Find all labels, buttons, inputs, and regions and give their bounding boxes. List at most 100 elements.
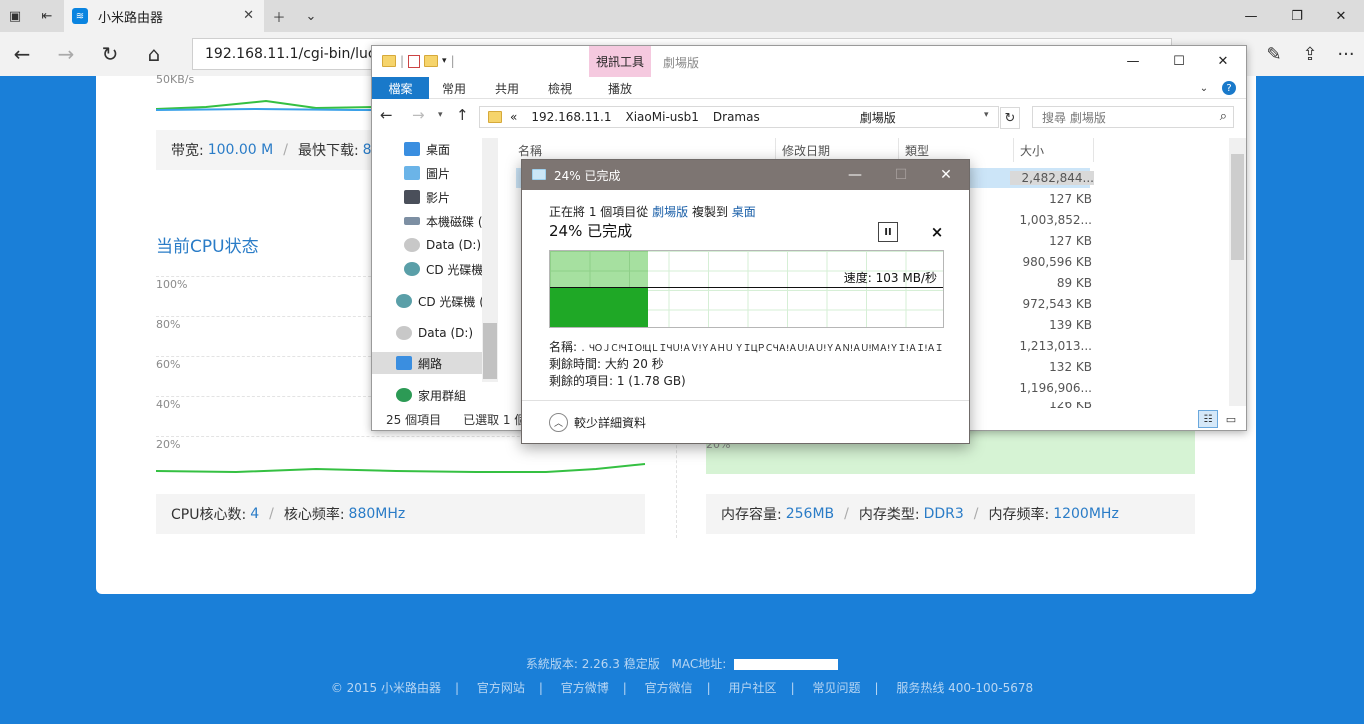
copy-source-link[interactable]: 劇場版 — [652, 205, 688, 219]
explorer-minimize-icon[interactable]: — — [1110, 46, 1156, 76]
ribbon-tab-file[interactable]: 檔案 — [372, 77, 429, 99]
nav-item-data-d-2[interactable]: Data (D:) — [396, 322, 473, 344]
share-icon[interactable]: ⇪ — [1292, 32, 1328, 76]
copy-desc-middle: 複製到 — [691, 205, 728, 219]
help-icon[interactable]: ? — [1218, 77, 1240, 99]
search-icon[interactable]: ⌕ — [1220, 109, 1227, 124]
cpu-axis-100: 100% — [156, 278, 188, 291]
back-icon[interactable]: ← — [0, 32, 44, 76]
size-cell: 127 KB — [1049, 192, 1092, 206]
fewer-details-button[interactable]: ︿ 較少詳細資料 — [549, 413, 646, 432]
homegroup-icon — [396, 388, 412, 402]
dialog-minimize-icon[interactable]: — — [832, 160, 878, 190]
ribbon-tab-view[interactable]: 檢視 — [540, 77, 580, 99]
nav-item-network[interactable]: 網路 — [372, 352, 482, 374]
address-dropdown-chevron-icon[interactable]: ▾ — [984, 110, 989, 120]
nav-item-videos[interactable]: 影片 — [404, 186, 450, 208]
mem-freq-value: 1200MHz — [1053, 506, 1119, 522]
ribbon-tab-home[interactable]: 常用 — [434, 77, 474, 99]
breadcrumb-current[interactable]: 劇場版 — [860, 109, 896, 126]
explorer-close-icon[interactable]: ✕ — [1200, 46, 1246, 76]
set-aside-tabs-icon[interactable]: ⇤ — [32, 0, 62, 32]
breadcrumb-host[interactable]: 192.168.11.1 — [531, 110, 611, 124]
nav-item-pictures[interactable]: 圖片 — [404, 162, 450, 184]
large-icons-view-icon[interactable]: ▭ — [1222, 410, 1240, 428]
tab-router[interactable]: ≋ 小米路由器 ✕ — [64, 0, 264, 32]
footer-links: © 2015 小米路由器 | 官方网站 | 官方微博 | 官方微信 | 用户社区 | 常见… — [330, 681, 1034, 695]
breadcrumb-overflow[interactable]: « — [510, 110, 517, 124]
nav-item-desktop[interactable]: 桌面 — [404, 138, 450, 160]
up-level-icon[interactable]: ↑ — [456, 106, 469, 124]
copy-description: 正在將 1 個項目從 劇場版 複製到 桌面 — [549, 203, 756, 220]
wifi-favicon-icon: ≋ — [72, 8, 88, 24]
browser-tab-bar: ▣ ⇤ ≋ 小米路由器 ✕ ＋ ⌄ — ❐ ✕ — [0, 0, 1364, 32]
file-list-scroll-thumb[interactable] — [1231, 154, 1244, 260]
cancel-button[interactable]: × — [927, 222, 947, 242]
ribbon-tab-play[interactable]: 播放 — [594, 77, 646, 99]
breadcrumb-dramas[interactable]: Dramas — [713, 110, 760, 124]
max-download-label: 最快下载: — [297, 143, 359, 159]
cpu-axis-80: 80% — [156, 318, 181, 331]
nav-pane-scroll-thumb[interactable] — [483, 323, 497, 379]
size-cell: 972,543 KB — [1022, 297, 1092, 311]
address-refresh-icon[interactable]: ↻ — [1000, 107, 1020, 129]
cpu-axis-20: 20% — [156, 438, 181, 451]
new-folder-icon[interactable] — [424, 55, 439, 67]
customize-chevron-icon[interactable]: ▾ — [442, 56, 447, 66]
column-header-size[interactable]: 大小 — [1014, 138, 1094, 162]
nav-item-local-disk[interactable]: 本機磁碟 ( — [404, 210, 483, 232]
size-cell: 139 KB — [1049, 318, 1092, 332]
more-icon[interactable]: ··· — [1328, 32, 1364, 76]
home-icon[interactable]: ⌂ — [132, 32, 176, 76]
close-tab-icon[interactable]: ✕ — [243, 8, 254, 23]
explorer-breadcrumb[interactable]: « 192.168.11.1 XiaoMi-usb1 Dramas 劇場版 — [479, 106, 999, 128]
footer-link-site[interactable]: 官方网站 — [477, 681, 525, 695]
minimize-icon[interactable]: — — [1228, 0, 1274, 32]
ribbon-tab-share[interactable]: 共用 — [487, 77, 527, 99]
refresh-icon[interactable]: ↻ — [88, 32, 132, 76]
cpu-axis-40: 40% — [156, 398, 181, 411]
explorer-search-input[interactable]: 搜尋 劇場版 ⌕ — [1032, 106, 1234, 128]
properties-icon[interactable] — [408, 54, 421, 68]
pen-icon[interactable]: ✎ — [1256, 32, 1292, 76]
footer-version-line: 系統版本: 2.26.3 稳定版 MAC地址: — [0, 655, 1364, 672]
new-tab-icon[interactable]: ＋ — [264, 0, 294, 32]
forward-icon[interactable]: → — [44, 32, 88, 76]
footer-link-wechat[interactable]: 官方微信 — [645, 681, 693, 695]
dialog-titlebar: 24% 已完成 — ☐ ✕ — [522, 160, 969, 190]
net-speed-label: 50KB/s — [156, 73, 195, 86]
cpu-info-bar: CPU核心数: 4 / 核心频率: 880MHz — [156, 494, 645, 534]
nav-item-homegroup[interactable]: 家用群組 — [396, 384, 466, 406]
footer-hotline: 服务热线 400-100-5678 — [896, 681, 1034, 695]
copyright: © 2015 小米路由器 — [330, 681, 441, 695]
tab-list-chevron-icon[interactable]: ⌄ — [296, 0, 326, 32]
footer-link-faq[interactable]: 常见问题 — [812, 681, 860, 695]
cpu-cores-value: 4 — [250, 506, 260, 522]
size-cell: 132 KB — [1049, 360, 1092, 374]
progress-fill — [550, 251, 649, 287]
footer-link-community[interactable]: 用户社区 — [729, 681, 777, 695]
recent-locations-chevron-icon[interactable]: ▾ — [438, 110, 443, 120]
size-cell: 2,482,844... — [1010, 171, 1094, 185]
size-cell: 1,003,852... — [1019, 213, 1092, 227]
breadcrumb-usb[interactable]: XiaoMi-usb1 — [626, 110, 699, 124]
copy-progress-dialog: 24% 已完成 — ☐ ✕ 正在將 1 個項目從 劇場版 複製到 桌面 24% … — [521, 159, 970, 444]
video-tools-context-tab[interactable]: 視訊工具 — [589, 46, 651, 77]
cpu-section-title: 当前CPU状态 — [156, 237, 259, 257]
explorer-back-icon[interactable]: ← — [380, 106, 393, 124]
ribbon-expand-chevron-icon[interactable]: ⌄ — [1194, 77, 1214, 99]
dialog-close-icon[interactable]: ✕ — [923, 160, 969, 190]
copy-destination-link[interactable]: 桌面 — [732, 205, 756, 219]
explorer-forward-icon[interactable]: → — [412, 106, 425, 124]
nav-item-cd-drive-2[interactable]: CD 光碟機 ( — [396, 290, 484, 312]
tab-manager-icon[interactable]: ▣ — [0, 0, 30, 32]
details-view-icon[interactable]: ☷ — [1198, 410, 1218, 428]
explorer-maximize-icon[interactable]: ☐ — [1156, 46, 1202, 76]
system-version: 系統版本: 2.26.3 稳定版 — [525, 657, 660, 671]
nav-item-data-d[interactable]: Data (D:) — [404, 234, 481, 256]
footer-link-weibo[interactable]: 官方微博 — [561, 681, 609, 695]
nav-item-cd-drive[interactable]: CD 光碟機 — [404, 258, 483, 280]
close-window-icon[interactable]: ✕ — [1318, 0, 1364, 32]
pause-button[interactable]: II — [878, 222, 898, 242]
restore-icon[interactable]: ❐ — [1274, 0, 1320, 32]
